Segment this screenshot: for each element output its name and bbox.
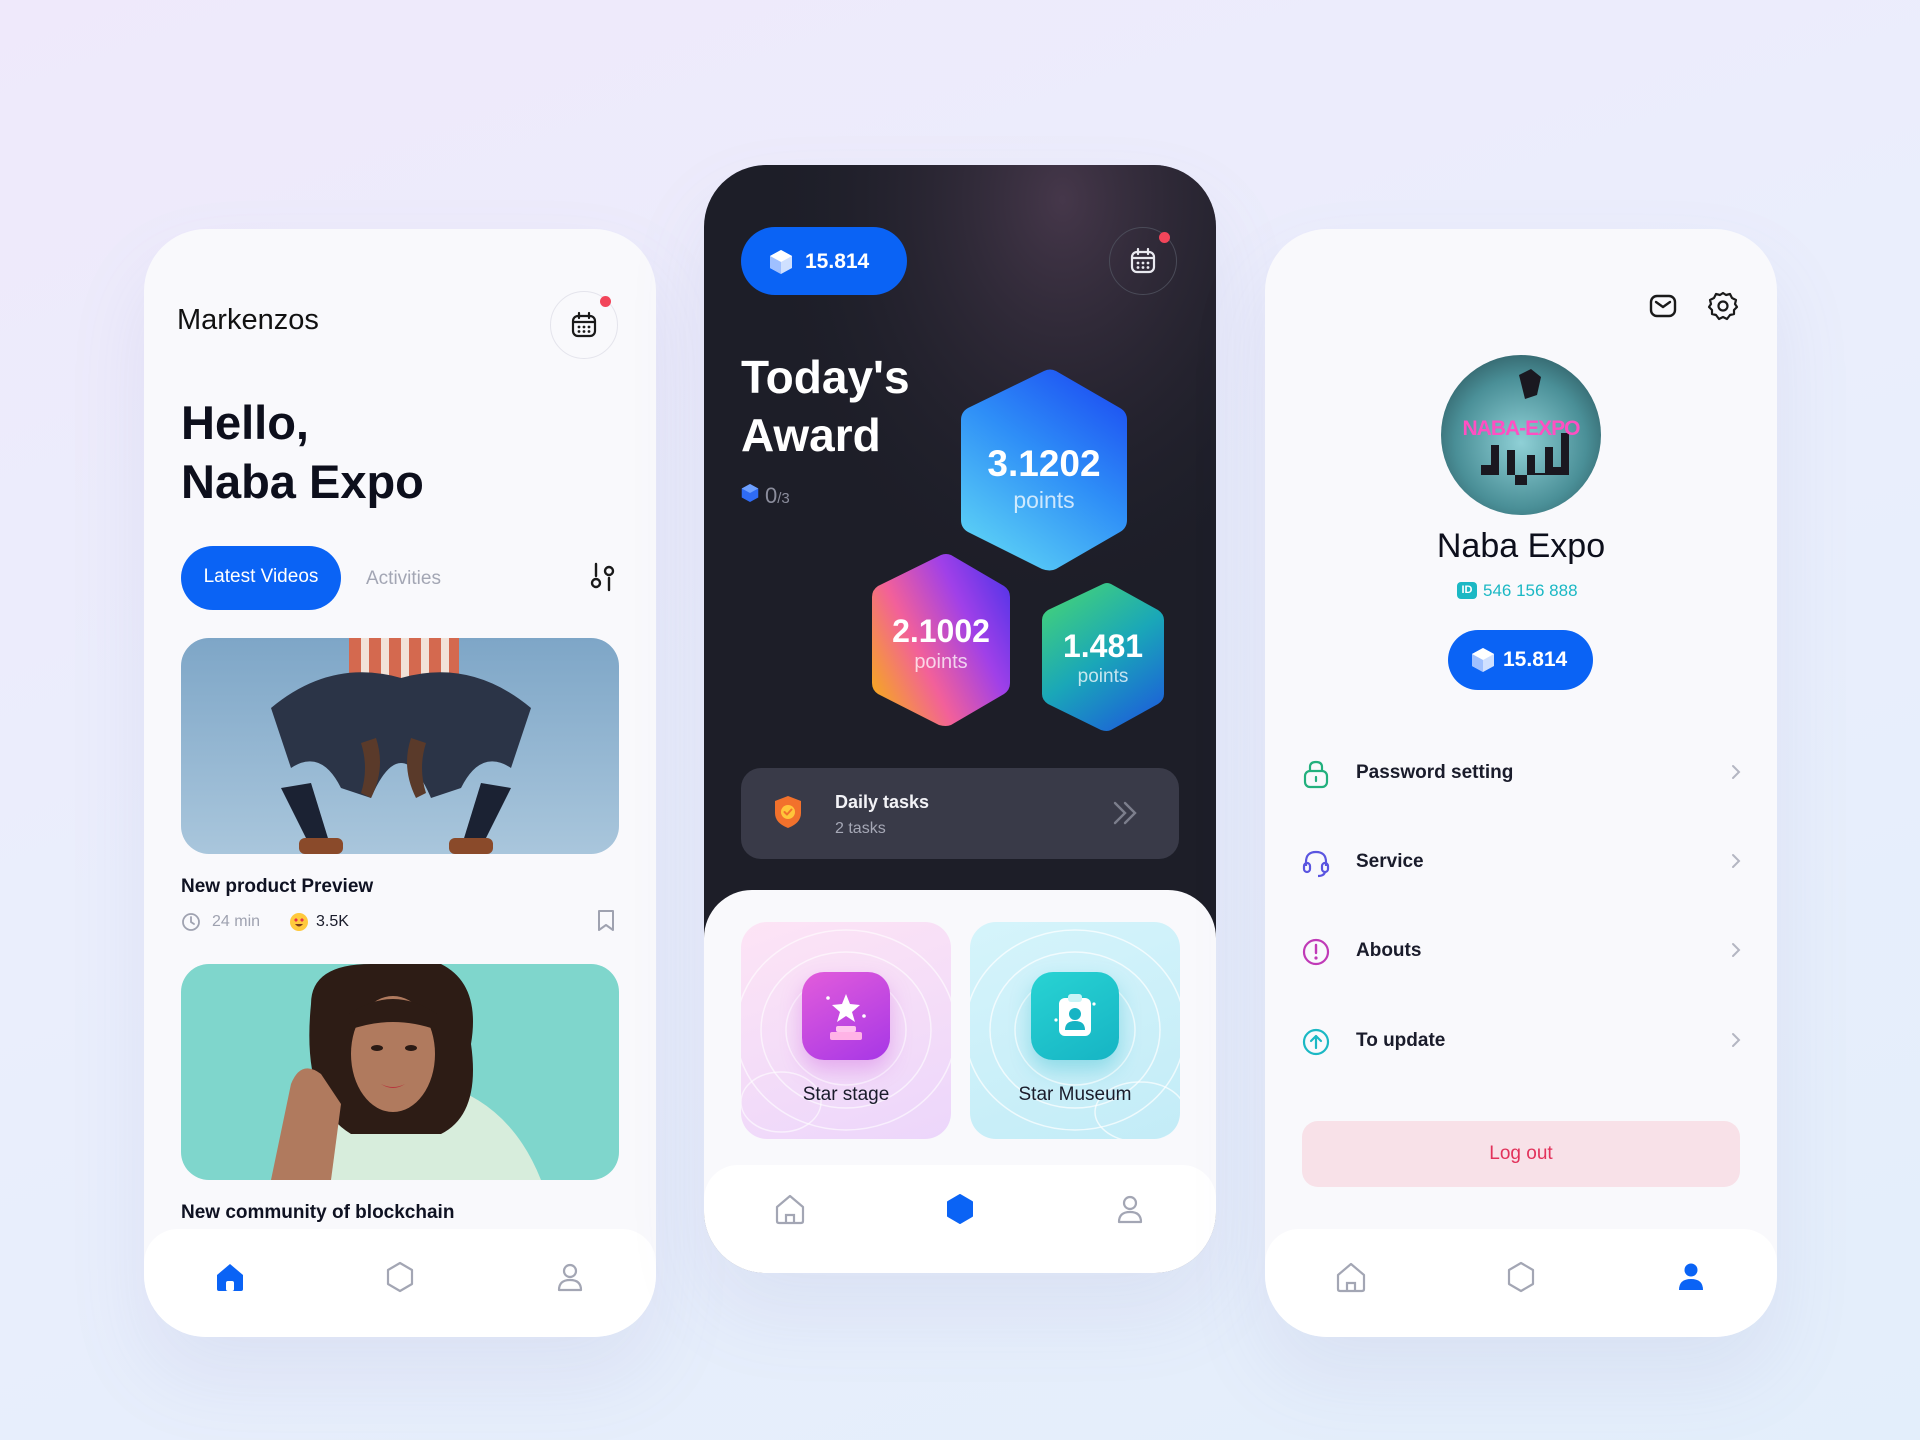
id-number: 546 156 888 xyxy=(1483,581,1578,600)
hexagon-icon[interactable] xyxy=(382,1259,418,1295)
logout-label: Log out xyxy=(1489,1143,1553,1164)
chevron-right-icon xyxy=(1730,940,1742,960)
home-icon[interactable] xyxy=(772,1191,808,1227)
user-icon[interactable] xyxy=(1673,1259,1709,1295)
progress-total: /3 xyxy=(777,490,790,507)
tab-latest-videos[interactable]: Latest Videos xyxy=(181,546,341,610)
logout-button[interactable]: Log out xyxy=(1302,1121,1740,1187)
award-unit: points xyxy=(914,651,968,673)
award-value: 2.1002 xyxy=(892,613,990,649)
filter-icon[interactable] xyxy=(590,562,616,592)
award-hexagon-large[interactable]: 3.1202 points xyxy=(954,365,1134,575)
award-progress: 0/3 xyxy=(765,483,790,509)
star-museum-card[interactable]: Star Museum xyxy=(970,922,1180,1139)
video-title: New product Preview xyxy=(181,876,374,897)
hexagon-icon[interactable] xyxy=(1503,1259,1539,1295)
video-duration: 24 min xyxy=(212,913,261,930)
daily-tasks-title: Daily tasks xyxy=(835,792,930,812)
avatar-logo-text: NABA-EXPO xyxy=(1462,417,1580,440)
home-icon[interactable] xyxy=(1333,1259,1369,1295)
user-icon[interactable] xyxy=(1112,1191,1148,1227)
greeting-name: Naba Expo xyxy=(181,455,424,508)
star-stage-label: Star stage xyxy=(802,1084,890,1105)
brand-name: Markenzos xyxy=(177,304,319,336)
menu-label: Password setting xyxy=(1356,762,1514,783)
bottom-nav xyxy=(1265,1229,1777,1337)
calendar-button[interactable] xyxy=(550,291,618,359)
award-value: 3.1202 xyxy=(987,443,1101,484)
chevron-right-icon xyxy=(1730,1030,1742,1050)
menu-service[interactable]: Service xyxy=(1302,838,1742,888)
gem-icon xyxy=(769,249,793,275)
hexagon-icon[interactable] xyxy=(942,1191,978,1227)
headset-icon xyxy=(1302,848,1330,878)
award-hexagon-medium[interactable]: 2.1002 points xyxy=(868,551,1014,729)
award-unit: points xyxy=(1013,487,1075,513)
balance-pill[interactable]: 15.814 xyxy=(741,227,907,295)
notification-dot xyxy=(600,296,611,307)
menu-password-setting[interactable]: Password setting xyxy=(1302,749,1742,799)
home-icon[interactable] xyxy=(212,1259,248,1295)
settings-gear-icon[interactable] xyxy=(1707,290,1739,322)
star-museum-icon-box xyxy=(1031,972,1119,1060)
menu-abouts[interactable]: Abouts xyxy=(1302,927,1742,977)
progress-value: 0 xyxy=(765,483,778,508)
balance-value: 15.814 xyxy=(805,250,870,273)
tab-label: Latest Videos xyxy=(203,566,319,587)
clock-icon xyxy=(181,912,201,932)
avatar[interactable]: NABA-EXPO xyxy=(1441,355,1601,515)
heart-eyes-emoji-icon xyxy=(289,912,309,932)
profile-name: Naba Expo xyxy=(1436,527,1606,565)
lock-icon xyxy=(1302,759,1330,789)
home-screen: Markenzos Hello, Naba Expo Latest Videos… xyxy=(144,229,656,1337)
star-stage-icon-box xyxy=(802,972,890,1060)
star-stage-card[interactable]: Star stage xyxy=(741,922,951,1139)
calendar-icon xyxy=(570,311,598,339)
chevron-right-icon xyxy=(1730,851,1742,871)
balance-value: 15.814 xyxy=(1503,648,1568,671)
video-thumbnail-product-preview[interactable] xyxy=(181,638,619,854)
shield-check-icon xyxy=(773,794,803,830)
menu-label: To update xyxy=(1356,1030,1446,1051)
star-museum-label: Star Museum xyxy=(1018,1084,1132,1105)
profile-id: ID 546 156 888 xyxy=(1457,580,1587,602)
calendar-button[interactable] xyxy=(1109,227,1177,295)
balance-pill[interactable]: 15.814 xyxy=(1448,630,1593,690)
bottom-nav xyxy=(704,1165,1216,1273)
id-badge: ID xyxy=(1457,582,1477,599)
award-unit: points xyxy=(1077,666,1129,687)
id-card-icon xyxy=(1053,990,1097,1042)
award-title-line-1: Today's xyxy=(741,351,910,403)
menu-label: Service xyxy=(1356,851,1424,872)
notification-dot xyxy=(1159,232,1170,243)
gem-icon xyxy=(741,483,759,503)
mail-icon[interactable] xyxy=(1648,291,1678,321)
upload-icon xyxy=(1302,1027,1330,1057)
daily-tasks-card[interactable]: Daily tasks 2 tasks xyxy=(741,768,1179,859)
calendar-icon xyxy=(1129,247,1157,275)
double-chevron-right-icon xyxy=(1112,800,1140,826)
trophy-star-icon xyxy=(822,990,870,1042)
user-icon[interactable] xyxy=(552,1259,588,1295)
tab-activities[interactable]: Activities xyxy=(366,568,441,590)
award-value: 1.481 xyxy=(1062,628,1144,664)
video-title: New community of blockchain xyxy=(181,1202,455,1223)
daily-tasks-count: 2 tasks xyxy=(835,820,886,837)
video-thumbnail-blockchain[interactable] xyxy=(181,964,619,1180)
award-screen: 15.814 Today's Award 0/3 3.1202 points 2… xyxy=(704,165,1216,1273)
greeting-line-1: Hello, xyxy=(181,396,309,449)
menu-label: Abouts xyxy=(1356,940,1422,961)
award-title-line-2: Award xyxy=(741,409,881,461)
video-reactions: 3.5K xyxy=(316,913,349,930)
gem-icon xyxy=(1471,647,1495,673)
chevron-right-icon xyxy=(1730,762,1742,782)
profile-screen: NABA-EXPO Naba Expo ID 546 156 888 15.81… xyxy=(1265,229,1777,1337)
bookmark-icon[interactable] xyxy=(596,909,616,933)
info-icon xyxy=(1302,937,1330,967)
menu-to-update[interactable]: To update xyxy=(1302,1017,1742,1067)
award-hexagon-small[interactable]: 1.481 points xyxy=(1038,580,1168,734)
bottom-nav xyxy=(144,1229,656,1337)
